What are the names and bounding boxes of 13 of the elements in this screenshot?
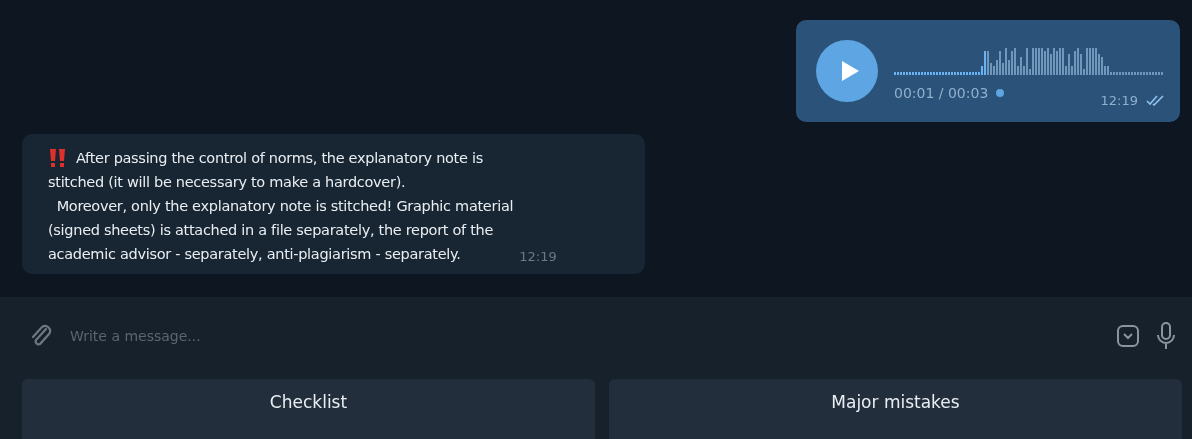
keyboard-button[interactable]: Checklist: [22, 379, 595, 439]
playback-time: 00:01 / 00:03: [894, 85, 989, 101]
double-exclamation-icon: [48, 148, 68, 168]
microphone-icon[interactable]: [1156, 321, 1176, 351]
emoji-panel-icon[interactable]: [1116, 324, 1140, 348]
message-composer[interactable]: Write a message...: [0, 297, 1192, 375]
message-time: 12:19: [1100, 92, 1138, 108]
keyboard-button[interactable]: Major mistakes: [609, 379, 1182, 439]
dot-icon: [996, 89, 1005, 97]
message-time: 12:19: [519, 249, 557, 264]
message-text: After passing the control of norms, the explanatory note is: [76, 149, 483, 168]
message-text: stitched (it will be necessary to make a hardcover). Moreover, only the explanatory note is stitched! Graphic material (signed sheets) is attached in a file separately, the report of the academic advisor - separately, anti-plagiarism - separately.: [48, 173, 514, 264]
message-input[interactable]: Write a message...: [70, 322, 1100, 350]
